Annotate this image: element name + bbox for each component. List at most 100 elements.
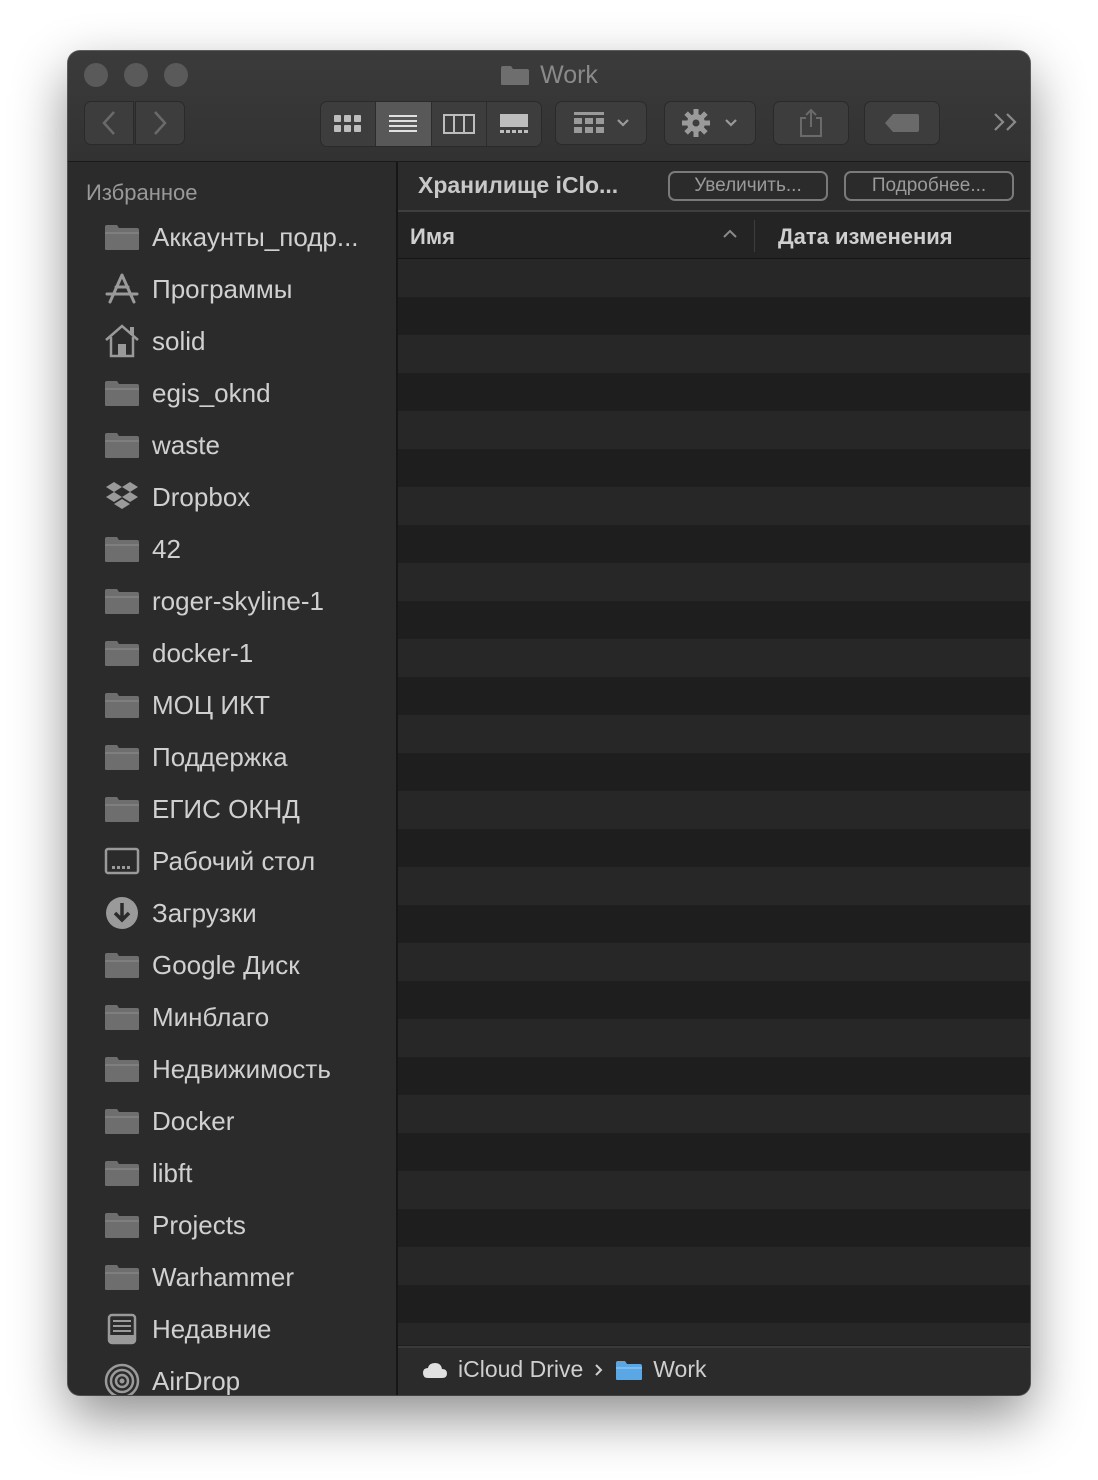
sidebar-item-label: Аккаунты_подр... xyxy=(152,221,359,252)
sidebar-item-docker-1[interactable]: docker-1 xyxy=(102,631,253,675)
folder-icon xyxy=(102,375,142,411)
folder-icon xyxy=(102,1051,142,1087)
folder-icon xyxy=(102,1259,142,1295)
gear-icon xyxy=(682,109,737,137)
view-mode-control xyxy=(320,101,542,147)
sidebar-item-label: Недвижимость xyxy=(152,1053,331,1084)
sidebar-item-label: Программы xyxy=(152,273,293,304)
path-item-work[interactable]: Work xyxy=(653,1356,706,1383)
sidebar-item-label: Загрузки xyxy=(152,897,257,928)
sidebar-item-airdrop[interactable]: AirDrop xyxy=(102,1359,240,1395)
icloud-storage-bar: Хранилище iClo... Увеличить... Подробнее… xyxy=(398,162,1030,212)
file-list-empty-rows xyxy=(398,259,1030,1345)
toolbar: Work xyxy=(68,51,1030,162)
folder-icon xyxy=(102,583,142,619)
sidebar-item-waste[interactable]: waste xyxy=(102,423,220,467)
dropbox-icon xyxy=(102,479,142,515)
sidebar-item-label: Warhammer xyxy=(152,1261,295,1292)
sidebar-item-projects[interactable]: Projects xyxy=(102,1203,246,1247)
column-divider[interactable] xyxy=(754,220,755,252)
sidebar-item-egis-oknd-ru[interactable]: ЕГИС ОКНД xyxy=(102,787,300,831)
sidebar-item-google-drive[interactable]: Google Диск xyxy=(102,943,300,987)
sidebar-section-favorites: Избранное xyxy=(86,180,198,205)
folder-icon xyxy=(501,66,530,85)
gallery-icon xyxy=(499,114,528,133)
group-icon xyxy=(574,112,629,133)
window-title-area: Work xyxy=(68,57,1030,93)
sidebar-item-recents[interactable]: Недавние xyxy=(102,1307,271,1351)
sidebar-item-label: Dropbox xyxy=(152,481,251,512)
folder-icon xyxy=(102,219,142,255)
sidebar-item-label: Недавние xyxy=(152,1313,272,1344)
window-title: Work xyxy=(540,60,598,89)
folder-icon xyxy=(102,1103,142,1139)
folder-icon xyxy=(102,739,142,775)
sidebar-item-moc-ikt[interactable]: МОЦ ИКТ xyxy=(102,683,270,727)
sidebar-item-desktop[interactable]: Рабочий стол xyxy=(102,839,315,883)
sidebar-item-42[interactable]: 42 xyxy=(102,527,181,571)
airdrop-icon xyxy=(102,1363,142,1395)
sidebar: Избранное Аккаунты_подр... Программы sol… xyxy=(68,162,398,1395)
forward-button[interactable] xyxy=(135,101,185,145)
path-bar: iCloud Drive Work xyxy=(398,1346,1030,1395)
list-view-button[interactable] xyxy=(376,102,432,146)
sidebar-item-label: docker-1 xyxy=(152,637,254,668)
folder-icon xyxy=(102,531,142,567)
path-item-icloud-drive[interactable]: iCloud Drive xyxy=(458,1356,583,1383)
folder-icon xyxy=(102,947,142,983)
sidebar-item-label: Минблаго xyxy=(152,1001,270,1032)
back-button[interactable] xyxy=(84,101,134,145)
sidebar-item-real-estate[interactable]: Недвижимость xyxy=(102,1047,331,1091)
sidebar-item-home[interactable]: solid xyxy=(102,319,205,363)
toolbar-overflow-button[interactable] xyxy=(992,109,1020,140)
desktop-icon xyxy=(102,843,142,879)
gallery-view-button[interactable] xyxy=(486,102,541,146)
folder-icon xyxy=(102,1155,142,1191)
sidebar-item-egis-oknd[interactable]: egis_oknd xyxy=(102,371,271,415)
tags-button[interactable] xyxy=(864,101,940,145)
chevron-right-icon xyxy=(154,111,167,135)
sidebar-item-label: AirDrop xyxy=(152,1365,241,1396)
group-by-button[interactable] xyxy=(555,101,647,145)
sidebar-item-libft[interactable]: libft xyxy=(102,1151,192,1195)
sidebar-item-dropbox[interactable]: Dropbox xyxy=(102,475,250,519)
cloud-icon xyxy=(423,1362,447,1378)
sidebar-item-minblago[interactable]: Минблаго xyxy=(102,995,269,1039)
double-chevron-right-icon xyxy=(994,113,1017,131)
share-icon xyxy=(800,108,822,137)
sort-ascending-icon[interactable] xyxy=(720,224,740,244)
sidebar-item-support[interactable]: Поддержка xyxy=(102,735,288,779)
recents-icon xyxy=(102,1311,142,1347)
sidebar-item-label: Поддержка xyxy=(152,741,288,772)
sidebar-item-warhammer[interactable]: Warhammer xyxy=(102,1255,294,1299)
chevron-right-icon xyxy=(595,1363,603,1376)
folder-icon xyxy=(616,1360,643,1380)
icon-view-button[interactable] xyxy=(321,102,377,146)
file-list-area: Хранилище iClo... Увеличить... Подробнее… xyxy=(398,162,1030,1395)
column-header-date-modified[interactable]: Дата изменения xyxy=(778,224,953,250)
list-icon xyxy=(389,115,418,132)
sidebar-item-label: ЕГИС ОКНД xyxy=(152,793,300,824)
home-icon xyxy=(102,323,142,359)
sidebar-item-label: roger-skyline-1 xyxy=(152,585,324,616)
columns-icon xyxy=(442,114,475,134)
sidebar-item-label: waste xyxy=(152,429,220,460)
sidebar-item-label: Рабочий стол xyxy=(152,845,316,876)
sidebar-item-label: 42 xyxy=(152,533,181,564)
share-button[interactable] xyxy=(773,101,849,145)
folder-icon xyxy=(102,791,142,827)
storage-details-button[interactable]: Подробнее... xyxy=(844,171,1014,201)
sidebar-item-accounts[interactable]: Аккаунты_подр... xyxy=(102,215,359,259)
folder-icon xyxy=(102,999,142,1035)
column-header-name[interactable]: Имя xyxy=(410,224,455,250)
sidebar-item-docker[interactable]: Docker xyxy=(102,1099,234,1143)
sidebar-item-roger-skyline-1[interactable]: roger-skyline-1 xyxy=(102,579,324,623)
sidebar-item-label: МОЦ ИКТ xyxy=(152,689,271,720)
sidebar-item-applications[interactable]: Программы xyxy=(102,267,292,311)
applications-icon xyxy=(102,271,142,307)
upgrade-storage-button[interactable]: Увеличить... xyxy=(668,171,828,201)
icloud-storage-title: Хранилище iClo... xyxy=(418,172,619,198)
action-menu-button[interactable] xyxy=(664,101,756,145)
column-view-button[interactable] xyxy=(431,102,487,146)
sidebar-item-downloads[interactable]: Загрузки xyxy=(102,891,257,935)
